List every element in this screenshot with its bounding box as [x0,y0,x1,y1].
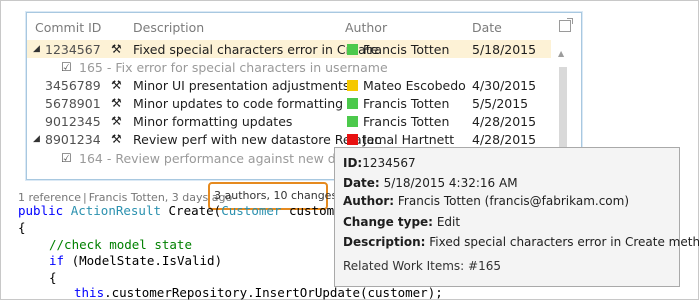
code-text: { [18,220,26,235]
code-text: { [49,270,57,285]
commit-icon: ⚒ [111,96,122,110]
commit-author: Jamal Hartnett [363,132,455,147]
commit-icon: ⚒ [111,114,122,128]
history-header: Commit ID Description Author Date [27,13,581,41]
tooltip-id-label: ID: [343,156,363,170]
tooltip-date-value: 5/18/2015 4:32:16 AM [383,176,518,190]
code-line[interactable]: this.customerRepository.InsertOrUpdate(c… [74,285,443,300]
column-description[interactable]: Description [133,20,204,35]
code-line[interactable]: //check model state [49,237,192,252]
tooltip-description-value: Fixed special characters error in Create… [429,235,699,249]
commit-date: 5/5/2015 [472,96,529,111]
commit-author: Francis Totten [363,96,450,111]
commit-icon: ⚒ [111,78,122,92]
commit-row[interactable]: 3456789 ⚒ Minor UI presentation adjustment… [27,76,551,94]
code-text: .customerRepository.InsertOrUpdate(custo… [104,285,443,300]
keyword: public [18,203,64,218]
keyword: this [74,285,105,300]
tooltip-date-label: Date: [343,176,380,190]
codelens-changes[interactable]: 3 authors, 10 changes [214,189,337,202]
tooltip-description-label: Description: [343,235,426,249]
commit-date: 4/28/2015 [472,114,537,129]
expander-icon[interactable]: ◢ [33,134,40,144]
commit-row[interactable]: ◢ 8901234 ⚒ Review perf with new datastore … [27,130,551,148]
code-comment: //check model state [49,237,192,252]
author-color-icon [347,116,358,127]
commit-id: 1234567 [45,42,101,57]
code-line[interactable]: { [18,220,26,235]
commit-icon: ⚒ [111,42,122,56]
type-name: Customer [221,203,282,218]
tooltip-change-label: Change type: [343,215,433,229]
work-item-icon: ☑ [61,60,72,74]
scroll-up-icon[interactable]: ▲ [558,49,564,58]
tooltip-author-label: Author: [343,194,395,208]
expander-icon[interactable]: ◢ [33,44,40,54]
tooltip-related-work-items: Related Work Items: #165 [343,259,501,273]
code-line[interactable]: { [49,270,57,285]
commit-id: 8901234 [45,132,101,147]
commit-date: 4/30/2015 [472,78,537,93]
type-name: ActionResult [70,203,161,218]
commit-id: 9012345 [45,114,101,129]
tooltip-author-value: Francis Totten (francis@fabrikam.com) [397,194,630,208]
commit-author: Mateo Escobedo [363,78,466,93]
tooltip-id-value: 1234567 [362,156,416,170]
code-line[interactable]: public ActionResult Create(Customer cust… [18,203,357,218]
column-commit-id[interactable]: Commit ID [35,20,101,35]
commit-author: Francis Totten [363,42,450,57]
work-item-row[interactable]: ☑ 165 - Fix error for special characters … [27,58,551,76]
code-line[interactable]: if (ModelState.IsValid) [49,253,222,268]
commit-description: Minor formatting updates [133,114,293,129]
commit-row[interactable]: 5678901 ⚒ Minor updates to code formatting… [27,94,551,112]
work-item-text: 165 - Fix error for special characters i… [79,60,388,75]
commit-id: 5678901 [45,96,101,111]
commit-description: Fixed special characters error in Create [133,42,379,57]
author-color-icon [347,134,358,145]
code-text: Create( [161,203,222,218]
commit-id: 3456789 [45,78,101,93]
commit-author: Francis Totten [363,114,450,129]
commit-description: Minor UI presentation adjustments [133,78,350,93]
commit-row[interactable]: ◢ 1234567 ⚒ Fixed special characters error … [27,40,551,58]
commit-details-tooltip: ID:1234567 Date: 5/18/2015 4:32:16 AM Au… [334,147,699,287]
work-item-icon: ☑ [61,151,72,165]
author-color-icon [347,80,358,91]
commit-description: Minor updates to code formatting [133,96,344,111]
tooltip-change-value: Edit [436,215,461,229]
scroll-thumb[interactable] [559,67,567,157]
column-date[interactable]: Date [472,20,502,35]
code-text: (ModelState.IsValid) [64,253,223,268]
author-color-icon [347,98,358,109]
column-author[interactable]: Author [345,20,387,35]
commit-icon: ⚒ [111,132,122,146]
author-color-icon [347,44,358,55]
commit-date: 4/28/2015 [472,132,537,147]
commit-row[interactable]: 9012345 ⚒ Minor formatting updates Francis … [27,112,551,130]
expand-window-icon[interactable] [559,18,573,32]
commit-date: 5/18/2015 [472,42,537,57]
keyword: if [49,253,65,268]
commit-description: Review perf with new datastore Relatec [133,132,382,147]
